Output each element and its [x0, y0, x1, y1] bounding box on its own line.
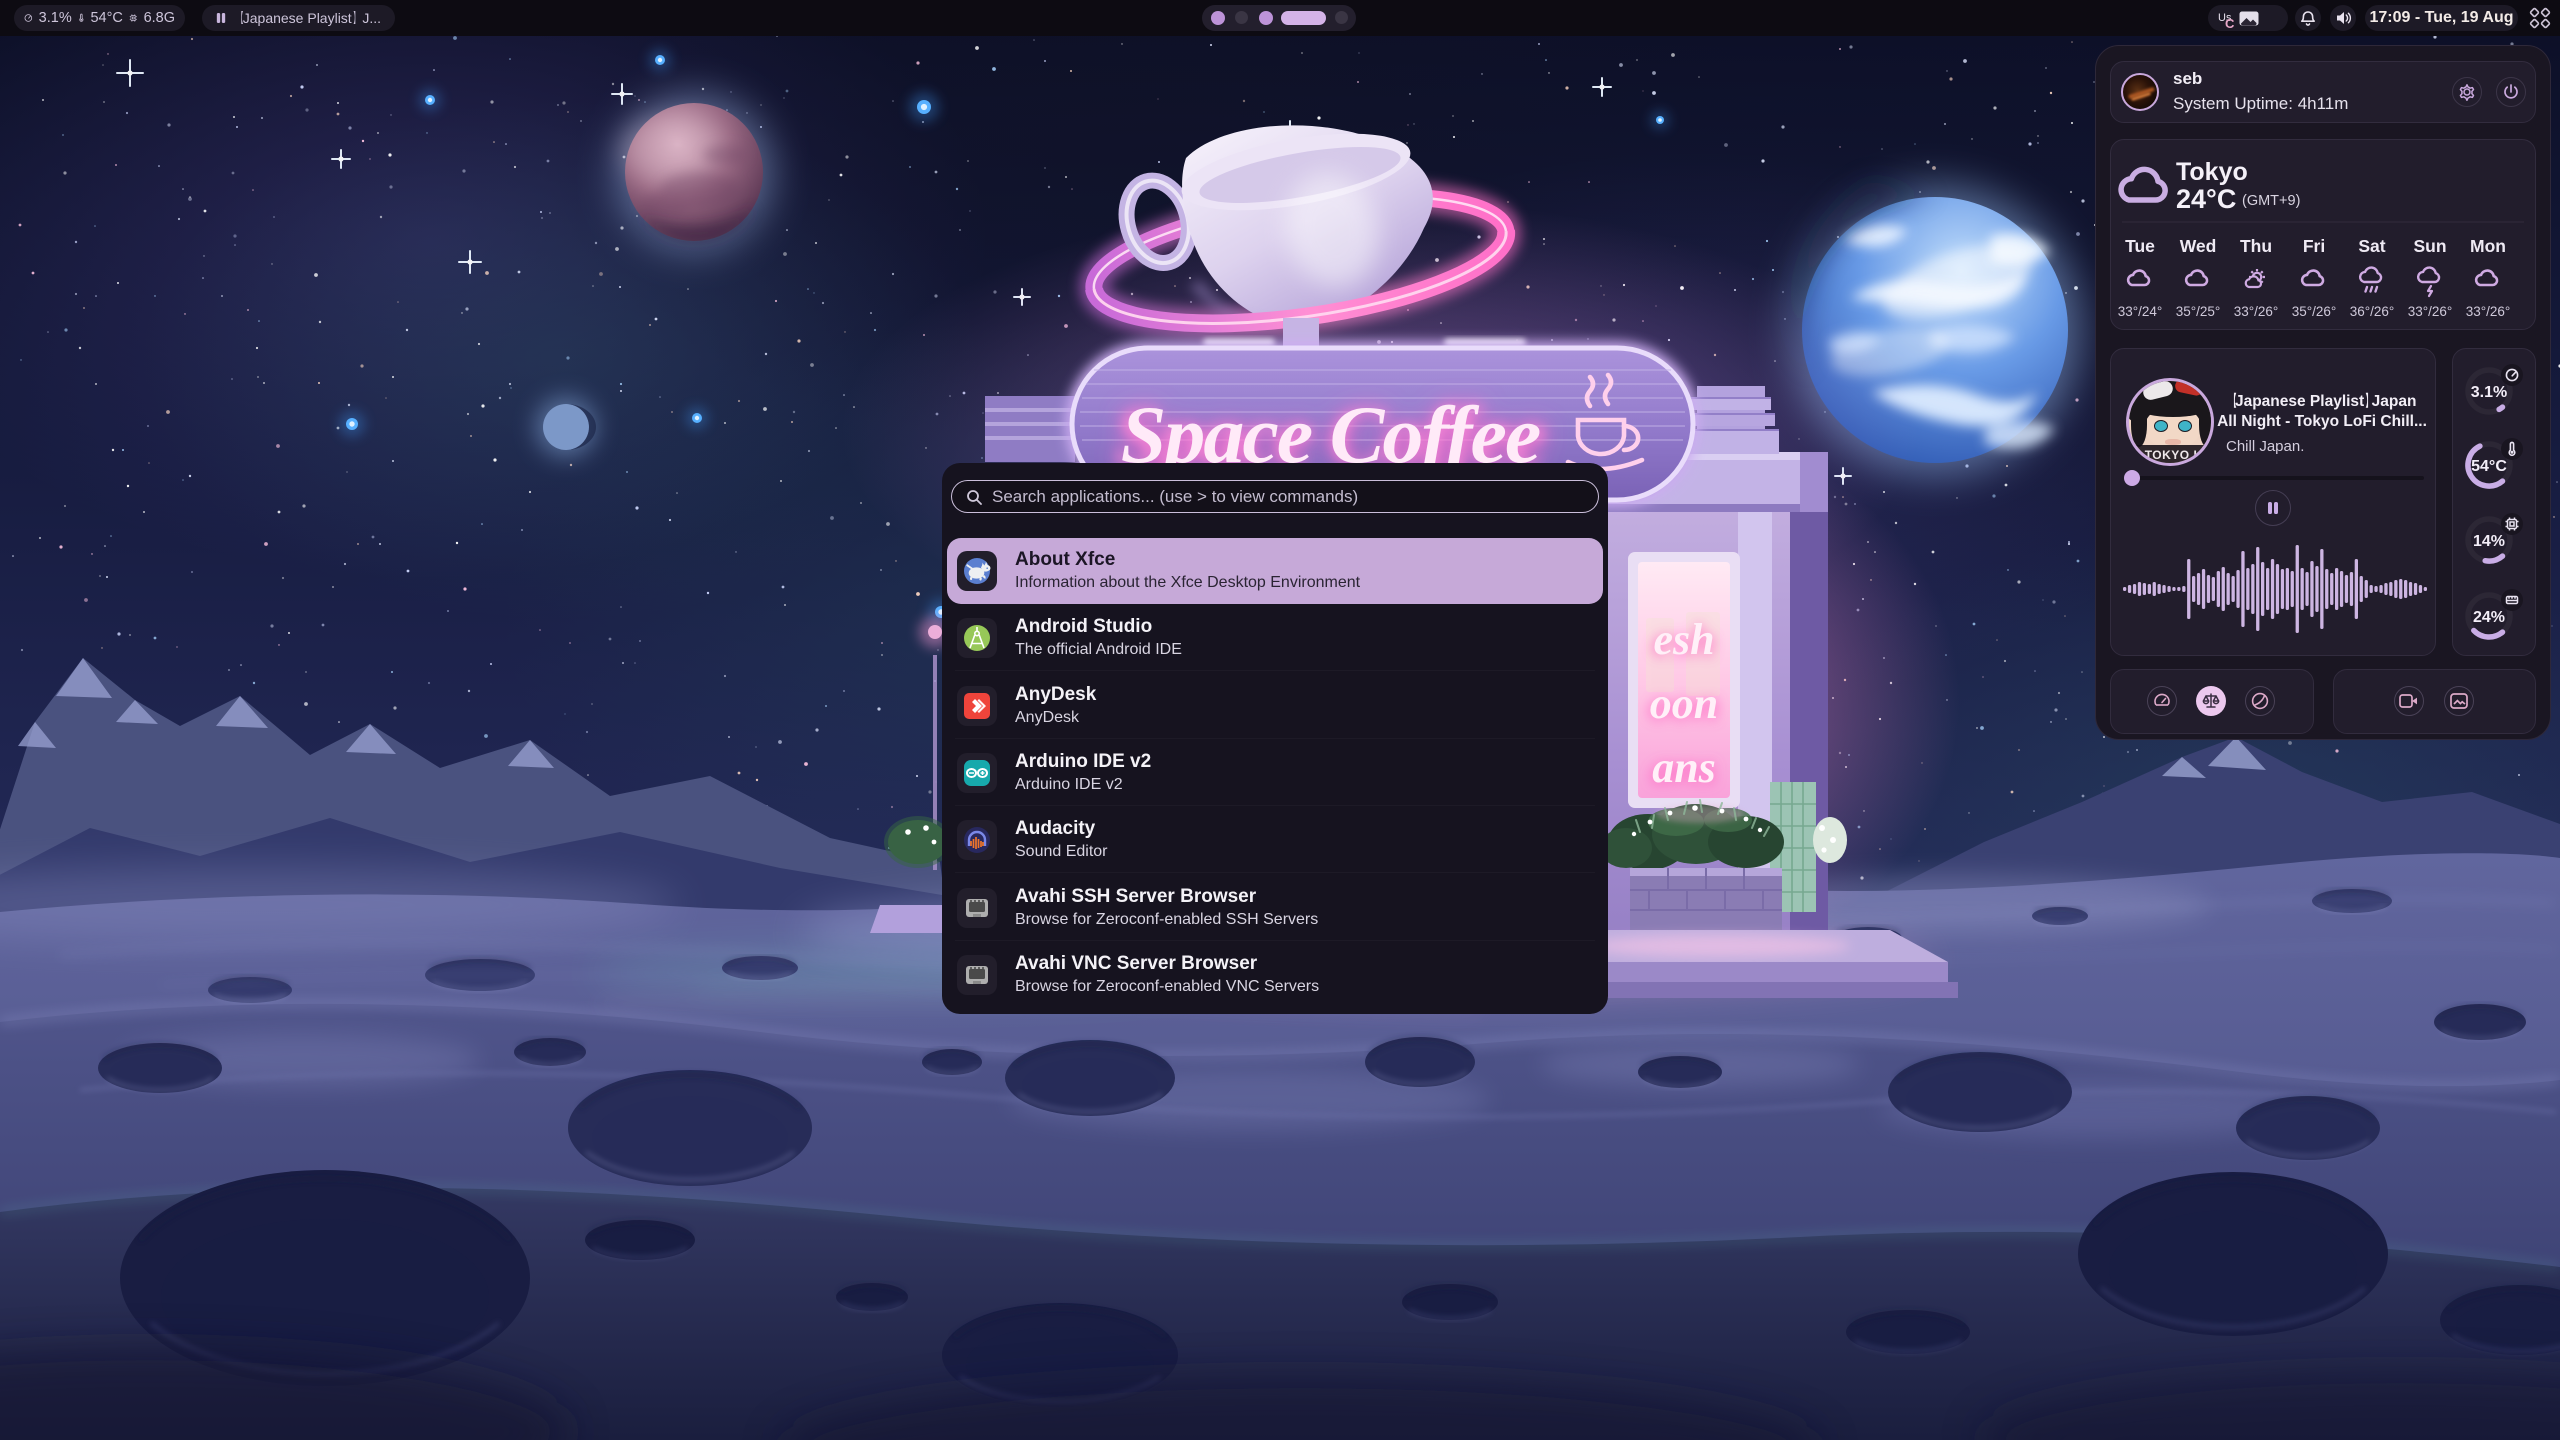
svg-text:ans: ans — [1652, 743, 1716, 792]
svg-text:esh: esh — [1653, 615, 1714, 664]
svg-text:oon: oon — [1650, 679, 1718, 728]
